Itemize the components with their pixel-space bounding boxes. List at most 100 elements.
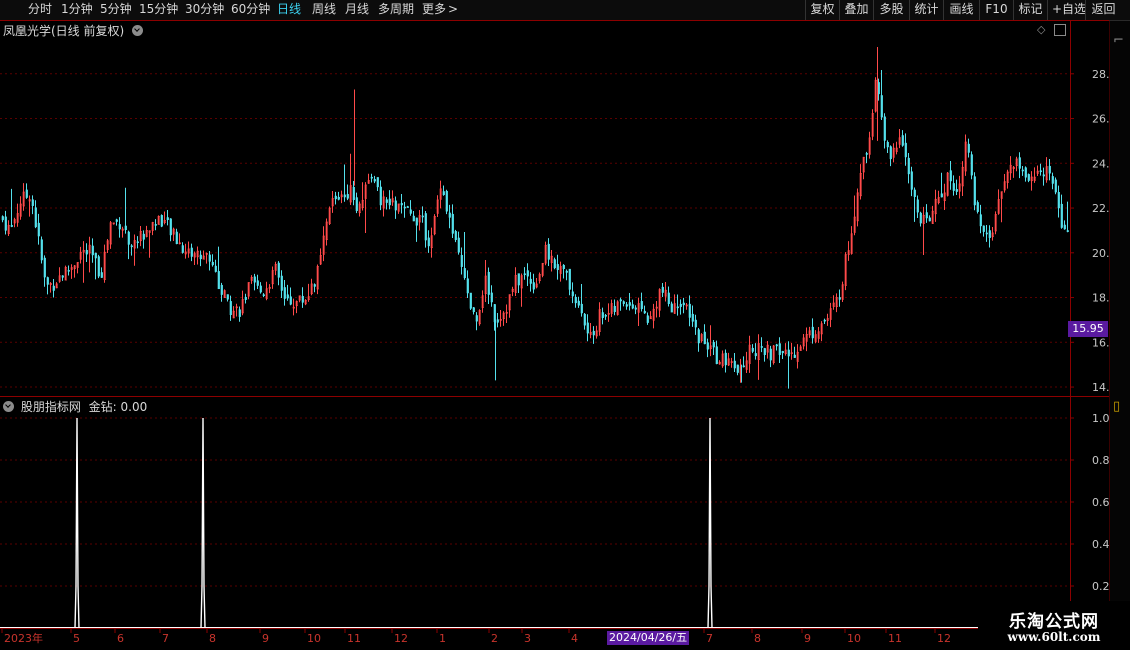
candle-body [877, 82, 880, 95]
candle-body [190, 247, 193, 257]
candle-body [619, 299, 622, 302]
candle-body [571, 291, 574, 297]
candle-body [688, 303, 691, 318]
current-price-badge: 15.95 [1068, 321, 1108, 337]
chevron-down-icon[interactable] [3, 401, 14, 412]
price-tick-label: 20.00 [1092, 247, 1109, 260]
candle-body [460, 254, 463, 267]
candle-body [865, 153, 868, 155]
candle-body [628, 302, 631, 306]
candle-body [487, 271, 490, 295]
candle-body [166, 217, 169, 220]
time-tick-label: 11 [888, 632, 902, 645]
candle-body [640, 301, 643, 310]
candle-body [580, 303, 583, 314]
candle-body [457, 237, 460, 253]
candle-body [142, 233, 145, 240]
indicator-tick-label: 0.40 [1092, 538, 1109, 551]
diamond-icon[interactable]: ◇ [1037, 23, 1045, 36]
time-tick-label: 10 [307, 632, 321, 645]
stock-title: 凤凰光学(日线 前复权) [3, 24, 125, 38]
candle-body [643, 310, 646, 314]
sidebar-glyph: ⌐ [1113, 33, 1124, 47]
candle-body [199, 254, 202, 260]
candle-body [1057, 192, 1060, 209]
candle-body [754, 353, 757, 357]
candle-body [1051, 176, 1054, 184]
candle-body [334, 195, 337, 200]
candle-body [490, 292, 493, 303]
time-tick-label: 9 [804, 632, 811, 645]
cursor-date-badge: 2024/04/26/五 [607, 631, 690, 645]
candle-body [220, 284, 223, 295]
candle-body [646, 315, 649, 323]
candle-body [925, 212, 928, 219]
candle-body [421, 215, 424, 218]
indicator-tick-label: 0.20 [1092, 580, 1109, 593]
candle-body [733, 360, 736, 369]
time-tick-label: 12 [394, 632, 408, 645]
candle-body [694, 319, 697, 328]
candle-body [574, 296, 577, 304]
candle-body [409, 209, 412, 214]
candle-body [1063, 224, 1066, 230]
signal-spike [74, 417, 80, 629]
candle-body [979, 214, 982, 227]
candle-body [100, 272, 103, 278]
candle-body [463, 268, 466, 279]
candle-body [496, 319, 499, 323]
candle-body [583, 313, 586, 326]
candle-body [724, 352, 727, 366]
candle-body [286, 294, 289, 299]
candle-body [283, 287, 286, 299]
candle-body [85, 249, 88, 255]
kline-chart[interactable]: 28.00 26.00 24.00 22.00 20.00 18.00 16.00 14.00… [0, 0, 1109, 650]
candle-body [376, 177, 379, 188]
candle-body [370, 176, 373, 179]
candle-body [523, 273, 526, 276]
candle-body [940, 193, 943, 198]
candle-body [1, 216, 4, 221]
candle-body [625, 304, 628, 307]
candle-body [10, 225, 13, 227]
price-tick-label: 26.00 [1092, 113, 1109, 126]
candle-body [586, 322, 589, 334]
candle-body [469, 292, 472, 309]
candle-body [379, 186, 382, 206]
candle-body [259, 285, 262, 293]
candle-body [466, 278, 469, 294]
chevron-down-icon[interactable] [132, 25, 144, 36]
candle-body [919, 212, 922, 224]
candle-body [667, 292, 670, 304]
time-tick-label: 6 [117, 632, 124, 645]
candle-body [661, 286, 664, 293]
info-sidebar-edge[interactable]: ⌐ ▯ [1109, 21, 1130, 650]
candle-body [529, 278, 532, 284]
candle-body [1018, 157, 1021, 169]
main-panel-title-row: 凤凰光学(日线 前复权) [3, 22, 144, 39]
candle-body [238, 309, 241, 317]
candle-body [415, 217, 418, 226]
time-tick-label: 7 [162, 632, 169, 645]
candle-body [454, 231, 457, 240]
candle-body [52, 285, 55, 291]
time-tick-label: 2 [491, 632, 498, 645]
candle-body [1048, 165, 1051, 174]
time-tick-label: 1 [439, 632, 446, 645]
candle-body [427, 237, 430, 247]
candle-body [373, 179, 376, 182]
candle-body [880, 95, 883, 118]
candle-body [676, 306, 679, 309]
candle-body [886, 141, 889, 148]
candle-body [94, 252, 97, 259]
time-tick-label: 3 [524, 632, 531, 645]
candle-body [955, 189, 958, 192]
candle-body [601, 312, 604, 318]
candle-body [577, 300, 580, 306]
candle-body [4, 216, 7, 231]
candle-body [697, 329, 700, 344]
candle-body [67, 270, 70, 272]
indicator-value: 金钻: 0.00 [88, 400, 148, 414]
window-mode-icon[interactable] [1054, 24, 1066, 36]
candle-body [169, 218, 172, 236]
